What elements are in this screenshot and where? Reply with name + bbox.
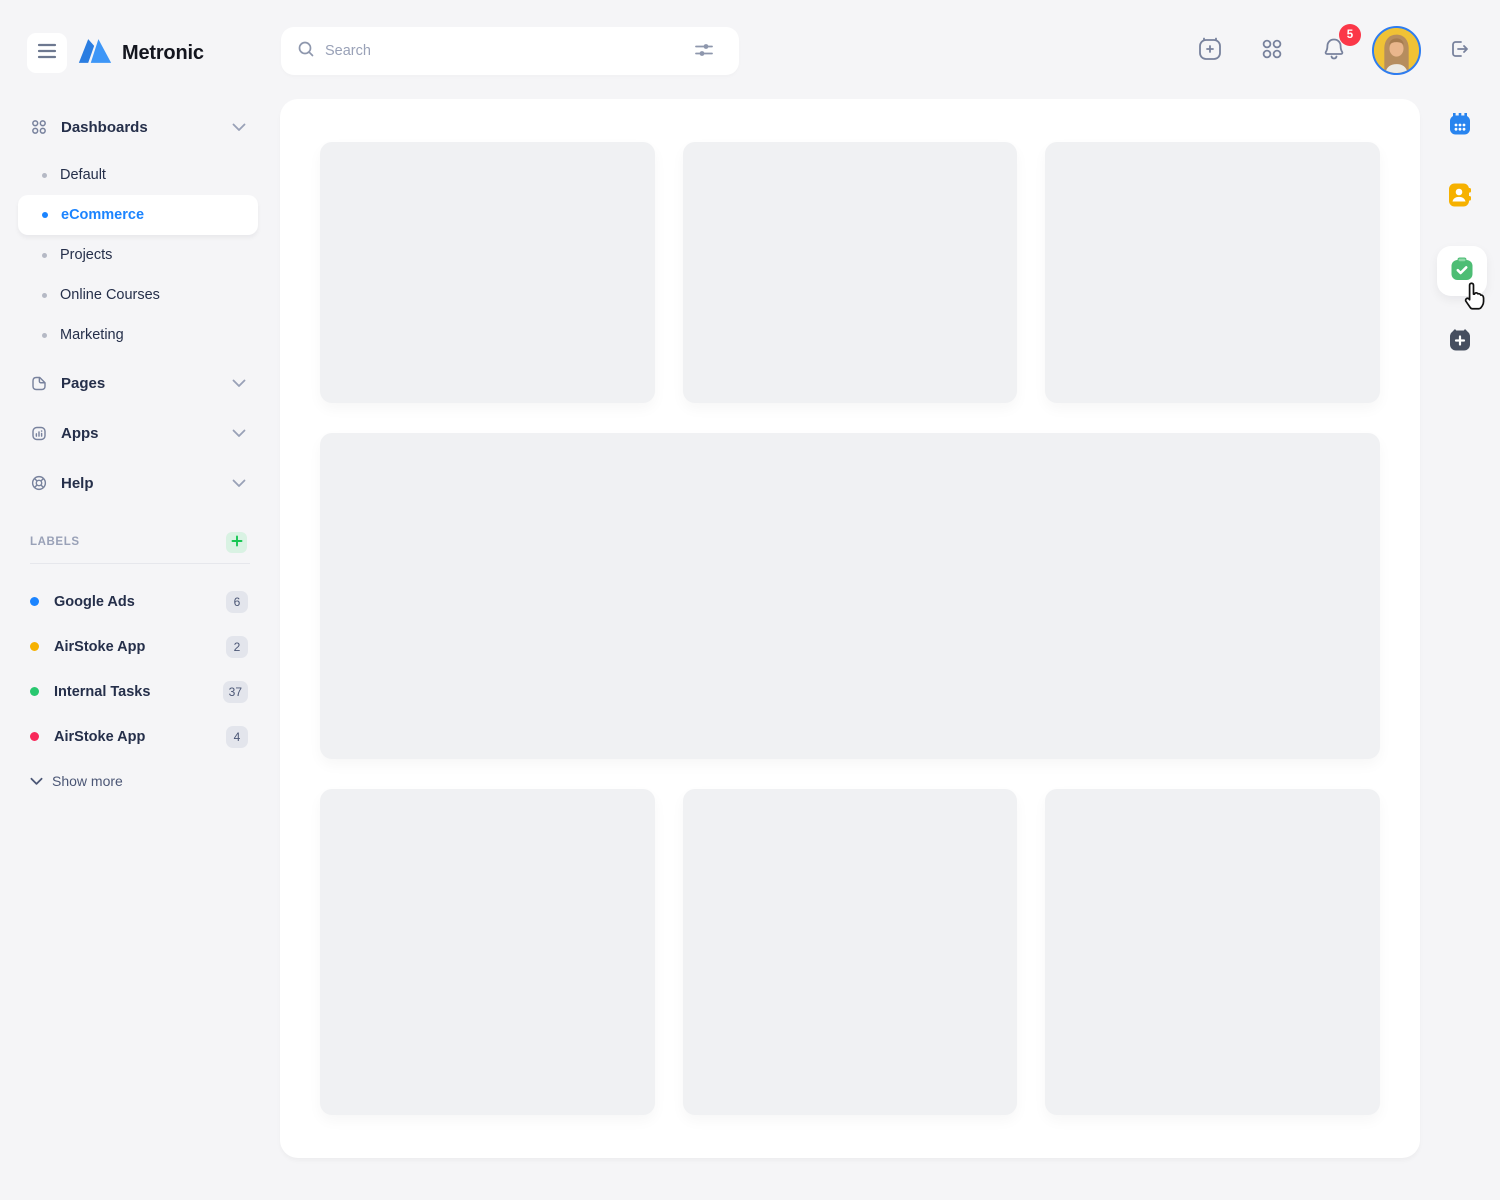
main-content-card — [280, 99, 1420, 1158]
placeholder-card — [320, 142, 655, 403]
labels-list: Google Ads 6 AirStoke App 2 Internal Tas… — [0, 579, 260, 759]
label-item-google-ads[interactable]: Google Ads 6 — [0, 579, 260, 624]
label-name: Google Ads — [54, 594, 226, 610]
search-bar[interactable] — [281, 27, 739, 75]
sidebar-item-marketing[interactable]: Marketing — [18, 315, 258, 355]
sidebar-item-online-courses[interactable]: Online Courses — [18, 275, 258, 315]
chevron-down-icon — [232, 479, 246, 488]
label-item-airstoke-app-2[interactable]: AirStoke App 4 — [0, 714, 260, 759]
section-label: Dashboards — [61, 119, 232, 136]
placeholder-card — [683, 789, 1018, 1115]
plus-icon — [231, 535, 243, 550]
sidebar-section-apps[interactable]: Apps — [0, 413, 260, 453]
metronic-logo-icon — [78, 36, 112, 71]
section-label: Pages — [61, 375, 232, 392]
calendar-icon — [1446, 110, 1474, 143]
menu-item-label: Projects — [60, 247, 112, 263]
show-more-label: Show more — [52, 773, 123, 789]
label-dot — [30, 687, 39, 696]
bullet-icon — [42, 212, 48, 218]
section-label: Apps — [61, 425, 232, 442]
hamburger-icon — [37, 43, 57, 64]
user-avatar[interactable] — [1372, 26, 1421, 75]
hamburger-menu-button[interactable] — [27, 33, 67, 73]
brand-name: Metronic — [122, 42, 204, 65]
search-filter-button[interactable] — [685, 32, 723, 70]
sidebar-section-dashboards[interactable]: Dashboards — [0, 107, 260, 147]
label-count-badge: 4 — [226, 726, 248, 748]
rail-notes-add-button[interactable] — [1440, 322, 1480, 362]
label-count-badge: 37 — [223, 681, 248, 703]
placeholder-card-wide — [320, 433, 1380, 759]
search-icon — [297, 40, 315, 63]
placeholder-card — [1045, 142, 1380, 403]
label-name: Internal Tasks — [54, 684, 223, 700]
menu-item-label: Marketing — [60, 327, 124, 343]
chart-square-icon — [30, 424, 48, 443]
bullet-icon — [42, 293, 47, 298]
filter-sliders-icon — [694, 42, 714, 61]
label-dot — [30, 732, 39, 741]
label-count-badge: 2 — [226, 636, 248, 658]
rail-contacts-button[interactable] — [1440, 177, 1480, 217]
label-dot — [30, 642, 39, 651]
add-label-button[interactable] — [226, 532, 247, 553]
label-dot — [30, 597, 39, 606]
sidebar-item-ecommerce[interactable]: eCommerce — [18, 195, 258, 235]
placeholder-card — [683, 142, 1018, 403]
notes-add-icon — [1446, 326, 1474, 359]
notifications-button[interactable]: 5 — [1315, 31, 1353, 69]
section-label: Help — [61, 475, 232, 492]
placeholder-card — [1045, 789, 1380, 1115]
sidebar-section-pages[interactable]: Pages — [0, 363, 260, 403]
bullet-icon — [42, 333, 47, 338]
notification-badge: 5 — [1339, 24, 1361, 46]
chevron-down-icon — [232, 123, 246, 132]
chevron-down-icon — [30, 773, 43, 789]
sidebar-section-help[interactable]: Help — [0, 463, 260, 503]
labels-header: LABELS — [0, 530, 260, 554]
rail-calendar-button[interactable] — [1440, 106, 1480, 146]
lifebuoy-icon — [30, 473, 48, 493]
labels-divider — [30, 563, 250, 564]
brand-logo[interactable]: Metronic — [78, 36, 204, 71]
sidebar-item-default[interactable]: Default — [18, 155, 258, 195]
placeholder-card — [320, 789, 655, 1115]
add-event-button[interactable] — [1191, 31, 1229, 69]
avatar-image — [1374, 28, 1419, 73]
chevron-down-icon — [232, 429, 246, 438]
bullet-icon — [42, 173, 47, 178]
search-input[interactable] — [325, 43, 685, 59]
plus-square-icon — [1197, 36, 1223, 65]
label-item-internal-tasks[interactable]: Internal Tasks 37 — [0, 669, 260, 714]
label-name: AirStoke App — [54, 729, 226, 745]
logout-button[interactable] — [1440, 31, 1478, 69]
rail-tasks-button[interactable] — [1437, 246, 1487, 296]
chevron-down-icon — [232, 379, 246, 388]
label-item-airstoke-app[interactable]: AirStoke App 2 — [0, 624, 260, 669]
label-count-badge: 6 — [226, 591, 248, 613]
bullet-icon — [42, 253, 47, 258]
menu-item-label: Default — [60, 167, 106, 183]
document-icon — [30, 374, 48, 393]
show-more-button[interactable]: Show more — [0, 769, 260, 793]
label-name: AirStoke App — [54, 639, 226, 655]
grid-icon — [30, 118, 48, 136]
menu-item-label: Online Courses — [60, 287, 160, 303]
sidebar: Dashboards Default eCommerce Projects On… — [0, 99, 260, 793]
apps-launcher-button[interactable] — [1253, 31, 1291, 69]
tasks-clipboard-icon — [1447, 254, 1477, 289]
contacts-icon — [1445, 180, 1475, 215]
labels-title: LABELS — [30, 536, 226, 548]
menu-item-label: eCommerce — [61, 207, 144, 223]
sidebar-item-projects[interactable]: Projects — [18, 235, 258, 275]
apps-grid-icon — [1260, 37, 1284, 64]
logout-icon — [1447, 37, 1471, 64]
